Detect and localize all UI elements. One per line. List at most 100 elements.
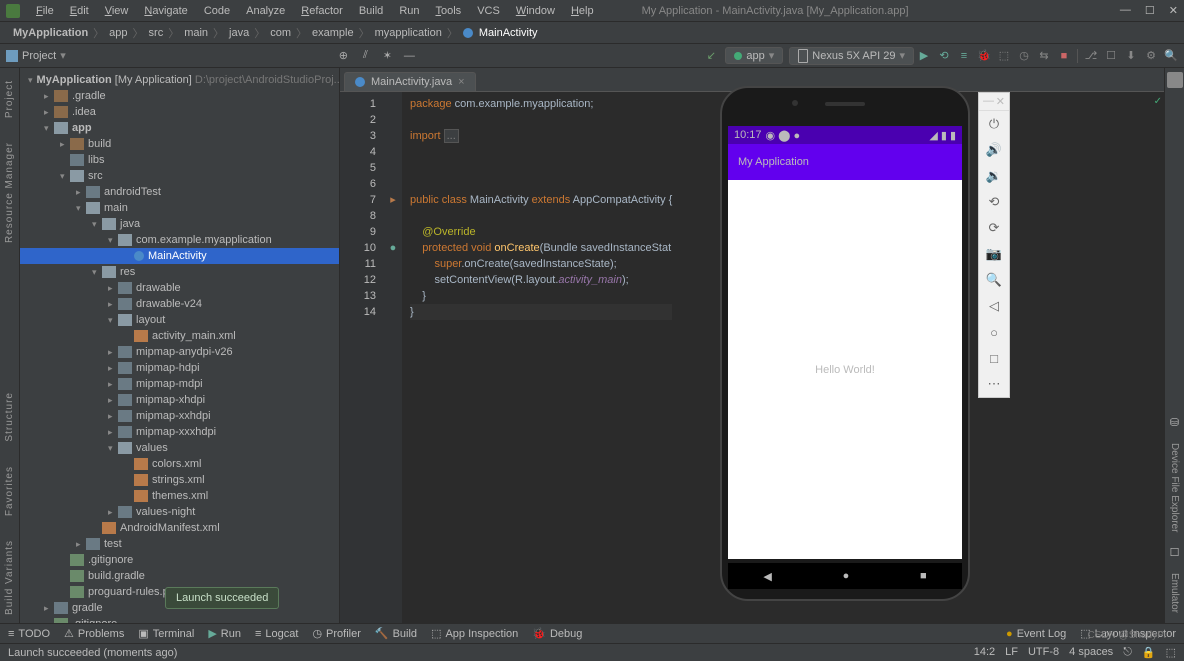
tool-profiler[interactable]: ◷Profiler [312, 627, 360, 640]
emu-minimize-icon[interactable]: — [983, 95, 994, 108]
tool-terminal[interactable]: ▣Terminal [138, 627, 194, 640]
tool-device-explorer[interactable]: Device File Explorer [1169, 443, 1180, 532]
tool-emulator[interactable]: Emulator [1169, 573, 1180, 613]
crumb[interactable]: com [267, 27, 294, 39]
close-icon[interactable]: ✕ [1169, 4, 1178, 17]
tree-item[interactable]: ▸drawable-v24 [20, 296, 339, 312]
coverage-icon[interactable]: ⬚ [997, 49, 1011, 63]
tree-item[interactable]: build.gradle [20, 568, 339, 584]
sync-icon[interactable]: ↙ [704, 49, 718, 63]
line-separator[interactable]: LF [1005, 646, 1018, 659]
tree-item[interactable]: ▸androidTest [20, 184, 339, 200]
avd-icon[interactable]: ☐ [1104, 49, 1118, 63]
tree-item[interactable]: ▾java [20, 216, 339, 232]
menu-build[interactable]: Build [351, 5, 391, 17]
inspection-ok-icon[interactable]: ✓ [1154, 96, 1162, 107]
status-icon[interactable]: ⎋ [1123, 646, 1132, 659]
emulator-tool-icon[interactable]: ☐ [1170, 546, 1180, 559]
tree-item[interactable]: ▸mipmap-xhdpi [20, 392, 339, 408]
menu-tools[interactable]: Tools [428, 5, 470, 17]
device-dropdown[interactable]: Nexus 5X API 29 ▾ [789, 47, 914, 65]
tool-structure[interactable]: Structure [4, 392, 15, 442]
tool-resource-manager[interactable]: Resource Manager [4, 142, 15, 243]
minimize-icon[interactable]: — [1120, 4, 1131, 17]
tree-item[interactable]: themes.xml [20, 488, 339, 504]
crumb[interactable]: example [309, 27, 357, 39]
tree-item[interactable]: .gitignore [20, 552, 339, 568]
tree-item[interactable]: ▸mipmap-mdpi [20, 376, 339, 392]
emu-home-icon[interactable]: ○ [979, 319, 1009, 345]
emu-close-icon[interactable]: ✕ [996, 95, 1005, 108]
target-icon[interactable]: ⊕ [336, 49, 350, 63]
emu-screenshot-icon[interactable]: 📷 [979, 241, 1009, 267]
tree-item[interactable]: ▸mipmap-hdpi [20, 360, 339, 376]
split-icon[interactable]: ⫽ [358, 49, 372, 63]
maximize-icon[interactable]: ☐ [1145, 4, 1155, 17]
tree-item[interactable]: ▸build [20, 136, 339, 152]
ide-settings-icon[interactable]: ⚙ [1144, 49, 1158, 63]
status-icon[interactable]: 🔒 [1142, 646, 1156, 659]
tree-item[interactable]: activity_main.xml [20, 328, 339, 344]
menu-edit[interactable]: Edit [62, 5, 97, 17]
tree-item[interactable]: ▸.idea [20, 104, 339, 120]
tool-event-log[interactable]: ●Event Log [1006, 627, 1066, 640]
tool-build[interactable]: 🔨Build [375, 627, 417, 640]
crumb-current[interactable]: MainActivity [476, 27, 541, 39]
tree-item[interactable]: libs [20, 152, 339, 168]
menu-window[interactable]: Window [508, 5, 563, 17]
tree-item[interactable]: ▾res [20, 264, 339, 280]
tree-item[interactable]: .gitignore [20, 616, 339, 623]
tool-debug[interactable]: 🐞Debug [532, 627, 582, 640]
tool-build-variants[interactable]: Build Variants [4, 540, 15, 615]
menu-help[interactable]: Help [563, 5, 602, 17]
status-icon[interactable]: ⬚ [1166, 646, 1176, 659]
nav-back-icon[interactable]: ◀ [763, 570, 771, 583]
db-icon[interactable]: ⛁ [1170, 416, 1179, 429]
emu-power-icon[interactable]: ⏻ [979, 111, 1009, 137]
git-icon[interactable]: ⎇ [1084, 49, 1098, 63]
crumb-root[interactable]: MyApplication [10, 27, 91, 39]
close-tab-icon[interactable]: × [458, 76, 464, 88]
crumb[interactable]: myapplication [372, 27, 445, 39]
stop-icon[interactable]: ■ [1057, 49, 1071, 63]
user-avatar[interactable] [1167, 72, 1183, 88]
emu-rotate-left-icon[interactable]: ⟲ [979, 189, 1009, 215]
menu-vcs[interactable]: VCS [469, 5, 508, 17]
tool-app-inspection[interactable]: ⬚App Inspection [431, 627, 518, 640]
tree-item[interactable]: ▾src [20, 168, 339, 184]
crumb[interactable]: java [226, 27, 252, 39]
cursor-position[interactable]: 14:2 [974, 646, 995, 659]
tool-project[interactable]: Project [4, 80, 15, 118]
tree-item[interactable]: ▸values-night [20, 504, 339, 520]
crumb[interactable]: app [106, 27, 130, 39]
emu-rotate-right-icon[interactable]: ⟳ [979, 215, 1009, 241]
debug-icon[interactable]: 🐞 [977, 49, 991, 63]
tree-item[interactable]: ▾values [20, 440, 339, 456]
menu-navigate[interactable]: Navigate [136, 5, 195, 17]
run-config-dropdown[interactable]: app ▾ [725, 47, 783, 64]
tool-problems[interactable]: ⚠Problems [64, 627, 124, 640]
tree-item[interactable]: ▾layout [20, 312, 339, 328]
tree-item-selected[interactable]: MainActivity [20, 248, 339, 264]
emulator-window[interactable]: 10:17 ◉ ⬤ ● ◢▮▮ My Application Hello Wor… [720, 86, 970, 601]
tool-todo[interactable]: ≡TODO [8, 628, 50, 640]
apply-changes-icon[interactable]: ⟲ [937, 49, 951, 63]
tree-item[interactable]: ▸test [20, 536, 339, 552]
tree-item[interactable]: colors.xml [20, 456, 339, 472]
tree-item[interactable]: strings.xml [20, 472, 339, 488]
tree-item[interactable]: ▸.gradle [20, 88, 339, 104]
override-gutter-icon[interactable]: ● [390, 240, 397, 256]
crumb[interactable]: src [146, 27, 167, 39]
tree-item[interactable]: ▸mipmap-xxxhdpi [20, 424, 339, 440]
menu-analyze[interactable]: Analyze [238, 5, 293, 17]
tree-root[interactable]: ▾MyApplication [My Application] D:\proje… [20, 72, 339, 88]
menu-view[interactable]: View [97, 5, 137, 17]
tool-run[interactable]: ▶Run [208, 627, 241, 640]
settings-icon[interactable]: ✶ [380, 49, 394, 63]
menu-refactor[interactable]: Refactor [293, 5, 351, 17]
emu-more-icon[interactable]: ⋯ [979, 371, 1009, 397]
profile-icon[interactable]: ◷ [1017, 49, 1031, 63]
menu-file[interactable]: File [28, 5, 62, 17]
nav-recent-icon[interactable]: ■ [920, 570, 927, 582]
emu-overview-icon[interactable]: □ [979, 345, 1009, 371]
